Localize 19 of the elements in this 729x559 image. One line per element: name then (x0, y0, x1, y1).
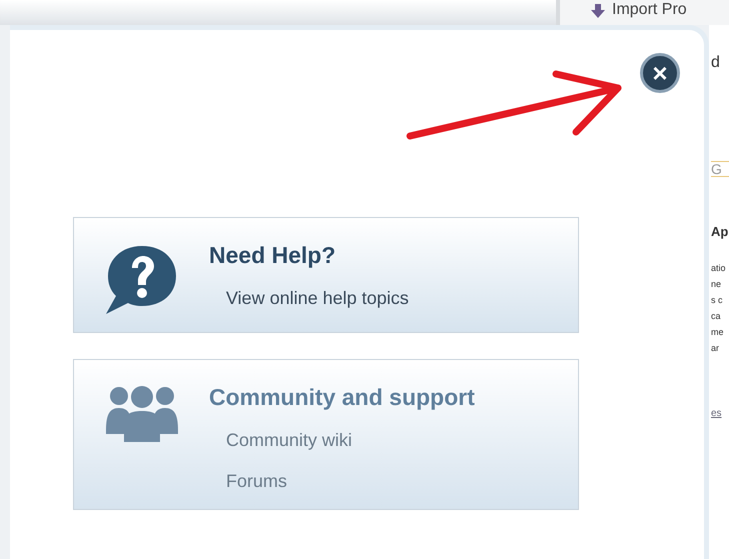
page-link[interactable]: es (711, 406, 729, 421)
page-text: ar (711, 342, 720, 355)
help-link[interactable]: View online help topics (226, 284, 409, 312)
page-text: me (711, 326, 725, 339)
page-text: ca (711, 310, 722, 323)
page-text: ne (711, 278, 722, 291)
card-title: Need Help? (209, 241, 337, 270)
page-text: atio (711, 262, 727, 275)
page-text: Ap (711, 225, 729, 238)
card-title: Community and support (209, 383, 475, 412)
page-text: G (711, 161, 729, 177)
help-link[interactable]: Forums (226, 468, 475, 494)
people-icon (104, 384, 180, 444)
import-button-text[interactable]: Import Pro (612, 0, 687, 20)
page-text: d (711, 55, 721, 71)
help-link[interactable]: Community wiki (226, 426, 475, 454)
page-text: s c (711, 294, 724, 307)
close-button[interactable]: × (640, 53, 680, 93)
download-arrow-icon (590, 4, 606, 18)
